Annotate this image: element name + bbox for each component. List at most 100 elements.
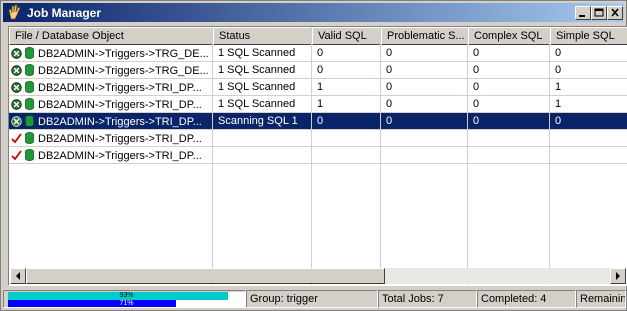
object-path-label: DB2ADMIN->Triggers->TRI_DP... — [38, 116, 202, 128]
header-status[interactable]: Status — [213, 27, 312, 45]
database-icon — [25, 47, 34, 59]
scrollbar-thumb[interactable] — [26, 268, 385, 284]
job-manager-window: Job Manager File / Database Object Status… — [0, 0, 627, 311]
cell-simple-sql — [550, 130, 627, 146]
cell-status: 1 SQL Scanned — [213, 79, 312, 95]
cell-valid-sql: 1 — [312, 96, 381, 112]
cell-complex-sql: 0 — [468, 113, 550, 129]
cell-complex-sql: 0 — [468, 45, 550, 61]
completed-status-icon — [11, 99, 22, 110]
cell-problematic-sql: 0 — [381, 113, 468, 129]
cell-object: DB2ADMIN->Triggers->TRI_DP... — [9, 96, 213, 112]
completed-pane: Completed: 4 — [477, 290, 576, 308]
cell-problematic-sql: 0 — [381, 45, 468, 61]
object-path-label: DB2ADMIN->Triggers->TRI_DP... — [38, 133, 202, 145]
cell-complex-sql — [468, 147, 550, 163]
window-title: Job Manager — [27, 6, 102, 20]
maximize-icon — [594, 8, 604, 17]
horizontal-scrollbar[interactable] — [10, 268, 626, 284]
object-path-label: DB2ADMIN->Triggers->TRI_DP... — [38, 99, 202, 111]
cell-status — [213, 147, 312, 163]
queued-check-icon — [11, 133, 22, 144]
cell-problematic-sql — [381, 130, 468, 146]
close-button[interactable] — [607, 6, 623, 20]
completed-status-icon — [11, 82, 22, 93]
cell-simple-sql: 1 — [550, 96, 627, 112]
database-icon — [25, 132, 34, 144]
cell-problematic-sql — [381, 147, 468, 163]
cell-valid-sql — [312, 147, 381, 163]
overall-progress-label: 93% — [119, 292, 134, 299]
scroll-left-button[interactable] — [10, 268, 26, 284]
cell-object: DB2ADMIN->Triggers->TRG_DE... — [9, 45, 213, 61]
header-file-object[interactable]: File / Database Object — [9, 27, 213, 45]
cell-simple-sql: 0 — [550, 62, 627, 78]
cell-simple-sql: 0 — [550, 45, 627, 61]
cell-simple-sql — [550, 147, 627, 163]
job-row[interactable]: DB2ADMIN->Triggers->TRG_DE... 1 SQL Scann… — [9, 62, 627, 79]
header-valid-sql[interactable]: Valid SQL — [312, 27, 381, 45]
job-row[interactable]: DB2ADMIN->Triggers->TRI_DP... Scanning SQ… — [9, 113, 627, 130]
cell-status: 1 SQL Scanned — [213, 62, 312, 78]
scroll-right-button[interactable] — [610, 268, 626, 284]
cell-problematic-sql: 0 — [381, 62, 468, 78]
progress-bars: 93% 71% — [8, 292, 245, 307]
maximize-button[interactable] — [591, 6, 607, 20]
cell-object: DB2ADMIN->Triggers->TRG_DE... — [9, 62, 213, 78]
job-row[interactable]: DB2ADMIN->Triggers->TRG_DE... 1 SQL Scann… — [9, 45, 627, 62]
cell-valid-sql: 0 — [312, 62, 381, 78]
current-progress-label: 71% — [119, 300, 134, 307]
title-bar[interactable]: Job Manager — [3, 3, 624, 22]
minimize-button[interactable] — [575, 6, 591, 20]
progress-pane: 93% 71% — [3, 290, 246, 308]
arrow-left-icon — [16, 272, 20, 280]
object-path-label: DB2ADMIN->Triggers->TRI_DP... — [38, 150, 202, 162]
cell-simple-sql: 0 — [550, 113, 627, 129]
cell-object: DB2ADMIN->Triggers->TRI_DP... — [9, 147, 213, 163]
database-icon — [25, 149, 34, 161]
status-bar: 93% 71% Group: trigger Total Jobs: 7 Com… — [3, 290, 626, 310]
cell-object: DB2ADMIN->Triggers->TRI_DP... — [9, 113, 213, 129]
cell-problematic-sql: 0 — [381, 96, 468, 112]
cell-object: DB2ADMIN->Triggers->TRI_DP... — [9, 79, 213, 95]
cell-valid-sql: 1 — [312, 79, 381, 95]
header-problematic-sql[interactable]: Problematic S... — [381, 27, 468, 45]
cell-complex-sql: 0 — [468, 96, 550, 112]
cell-complex-sql — [468, 130, 550, 146]
total-jobs-pane: Total Jobs: 7 — [378, 290, 477, 308]
cell-status — [213, 130, 312, 146]
minimize-icon — [579, 15, 585, 17]
cell-simple-sql: 1 — [550, 79, 627, 95]
header-complex-sql[interactable]: Complex SQL — [468, 27, 550, 45]
cell-complex-sql: 0 — [468, 79, 550, 95]
database-icon — [25, 81, 34, 93]
remaining-pane: Remaining — [576, 290, 626, 308]
completed-status-icon — [11, 48, 22, 59]
cell-status: 1 SQL Scanned — [213, 45, 312, 61]
job-row[interactable]: DB2ADMIN->Triggers->TRI_DP... — [9, 130, 627, 147]
database-icon — [25, 115, 34, 127]
cell-object: DB2ADMIN->Triggers->TRI_DP... — [9, 130, 213, 146]
completed-status-icon — [11, 65, 22, 76]
job-list-view[interactable]: File / Database Object Status Valid SQL Pro… — [8, 26, 627, 286]
job-row[interactable]: DB2ADMIN->Triggers->TRI_DP... — [9, 147, 627, 164]
database-icon — [25, 98, 34, 110]
cell-complex-sql: 0 — [468, 62, 550, 78]
object-path-label: DB2ADMIN->Triggers->TRI_DP... — [38, 82, 202, 94]
cell-valid-sql: 0 — [312, 45, 381, 61]
cell-valid-sql — [312, 130, 381, 146]
job-row[interactable]: DB2ADMIN->Triggers->TRI_DP... 1 SQL Scann… — [9, 96, 627, 113]
database-icon — [25, 64, 34, 76]
cell-status: Scanning SQL 1 — [213, 113, 312, 129]
header-simple-sql[interactable]: Simple SQL — [550, 27, 627, 45]
cell-status: 1 SQL Scanned — [213, 96, 312, 112]
close-icon — [611, 8, 619, 17]
arrow-right-icon — [616, 272, 620, 280]
cell-problematic-sql: 0 — [381, 79, 468, 95]
object-path-label: DB2ADMIN->Triggers->TRG_DE... — [38, 48, 209, 60]
job-row[interactable]: DB2ADMIN->Triggers->TRI_DP... 1 SQL Scann… — [9, 79, 627, 96]
group-pane: Group: trigger — [246, 290, 378, 308]
running-status-icon — [11, 116, 22, 127]
queued-check-icon — [11, 150, 22, 161]
object-path-label: DB2ADMIN->Triggers->TRG_DE... — [38, 65, 209, 77]
